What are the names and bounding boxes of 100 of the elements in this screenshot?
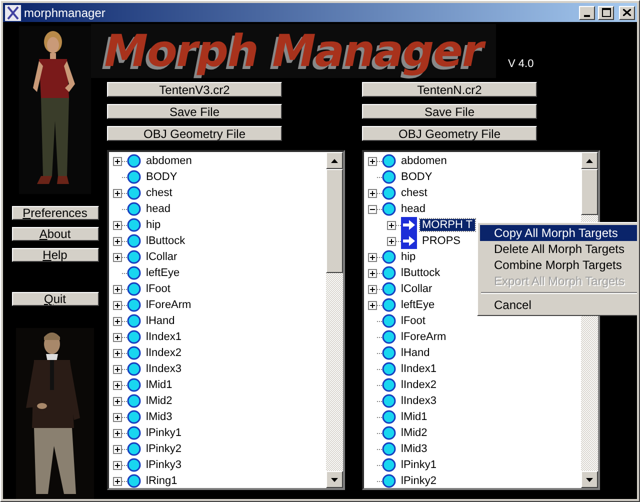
tree-item[interactable]: lMid2: [144, 395, 174, 407]
expand-icon[interactable]: [368, 268, 377, 278]
tree-item[interactable]: lMid2: [399, 427, 430, 439]
tree-item[interactable]: lPinky1: [399, 459, 438, 471]
scroll-up-button[interactable]: [581, 152, 598, 169]
ball-icon: [127, 330, 141, 344]
expand-icon[interactable]: [113, 364, 122, 374]
save-button[interactable]: Save File: [107, 104, 282, 119]
maximize-button[interactable]: [598, 6, 614, 20]
obj-button[interactable]: OBJ Geometry File: [107, 126, 282, 141]
expand-icon[interactable]: [113, 412, 122, 422]
side-button[interactable]: Help: [12, 248, 98, 262]
tree-item[interactable]: hip: [399, 251, 418, 263]
tree-item[interactable]: lFoot: [144, 283, 172, 295]
tree-item[interactable]: lButtock: [144, 235, 188, 247]
scroll-down-button[interactable]: [581, 471, 598, 488]
tree-item[interactable]: lPinky2: [399, 475, 438, 487]
tree-item[interactable]: lCollar: [399, 283, 434, 295]
tree-item[interactable]: lRing1: [144, 475, 180, 487]
expand-icon[interactable]: [113, 220, 122, 230]
expand-icon[interactable]: [387, 236, 396, 246]
tree-item[interactable]: MORPH T: [420, 219, 475, 231]
tree-item[interactable]: lCollar: [144, 251, 180, 263]
expand-icon[interactable]: [113, 284, 122, 294]
side-button[interactable]: Quit: [12, 292, 98, 306]
expand-icon[interactable]: [113, 300, 122, 310]
expand-icon[interactable]: [113, 428, 122, 438]
tree-item[interactable]: lForeArm: [144, 299, 194, 311]
tree-item[interactable]: lMid3: [399, 443, 430, 455]
expand-icon[interactable]: [368, 188, 377, 198]
expand-icon[interactable]: [113, 380, 122, 390]
ball-icon: [127, 378, 141, 392]
expand-icon[interactable]: [368, 284, 377, 294]
minimize-button[interactable]: [579, 6, 595, 20]
tree-item[interactable]: BODY: [399, 171, 434, 183]
close-icon: [623, 9, 631, 16]
tree-item[interactable]: lPinky3: [144, 459, 184, 471]
tree-item[interactable]: abdomen: [399, 155, 449, 167]
tree-item[interactable]: lMid1: [399, 411, 430, 423]
expand-icon[interactable]: [113, 156, 122, 166]
tree-item[interactable]: lHand: [399, 347, 432, 359]
tree-item[interactable]: abdomen: [144, 155, 194, 167]
tree-item[interactable]: lPinky2: [144, 443, 184, 455]
obj-button[interactable]: OBJ Geometry File: [362, 126, 537, 141]
expand-icon[interactable]: [368, 300, 377, 310]
tree-item[interactable]: lIndex2: [399, 379, 438, 391]
tree-item[interactable]: lHand: [144, 315, 177, 327]
collapse-icon[interactable]: [368, 204, 377, 214]
tree-item[interactable]: head: [144, 203, 172, 215]
tree-item[interactable]: lIndex2: [144, 347, 184, 359]
expand-icon[interactable]: [113, 316, 122, 326]
tree-item[interactable]: PROPS: [420, 235, 463, 247]
save-button[interactable]: Save File: [362, 104, 537, 119]
expand-icon[interactable]: [113, 444, 122, 454]
expand-icon[interactable]: [113, 188, 122, 198]
expand-icon[interactable]: [113, 476, 122, 486]
close-button[interactable]: [619, 6, 635, 20]
scrollbar[interactable]: [326, 152, 343, 488]
tree-item[interactable]: leftEye: [144, 267, 182, 279]
file-button[interactable]: TentenV3.cr2: [107, 82, 282, 97]
ball-icon: [382, 250, 396, 264]
expand-icon[interactable]: [368, 252, 377, 262]
tree-item[interactable]: lPinky1: [144, 427, 184, 439]
menu-item[interactable]: Cancel: [480, 297, 637, 313]
menu-item[interactable]: Delete All Morph Targets: [480, 241, 637, 257]
tree-item[interactable]: hip: [144, 219, 163, 231]
tree-item[interactable]: lFoot: [399, 315, 428, 327]
version-label: V 4.0: [508, 58, 534, 70]
scroll-down-button[interactable]: [326, 471, 343, 488]
tree-item[interactable]: lIndex3: [144, 363, 184, 375]
expand-icon[interactable]: [113, 236, 122, 246]
scroll-up-button[interactable]: [326, 152, 343, 169]
menu-item[interactable]: Copy All Morph Targets: [480, 225, 637, 241]
tree-item[interactable]: lMid1: [144, 379, 174, 391]
side-button[interactable]: Preferences: [12, 206, 98, 220]
scroll-thumb[interactable]: [581, 169, 598, 215]
tree-item[interactable]: lIndex1: [399, 363, 438, 375]
side-button[interactable]: About: [12, 227, 98, 241]
tree-item[interactable]: head: [399, 203, 428, 215]
expand-icon[interactable]: [368, 156, 377, 166]
tree-item[interactable]: lIndex1: [144, 331, 184, 343]
menu-item[interactable]: Combine Morph Targets: [480, 257, 637, 273]
file-button[interactable]: TentenN.cr2: [362, 82, 537, 97]
tree-item[interactable]: chest: [144, 187, 174, 199]
expand-icon[interactable]: [113, 348, 122, 358]
expand-icon[interactable]: [113, 396, 122, 406]
scroll-thumb[interactable]: [326, 169, 343, 273]
tree-item[interactable]: BODY: [144, 171, 180, 183]
tree-item[interactable]: lButtock: [399, 267, 442, 279]
expand-icon[interactable]: [387, 220, 396, 230]
expand-icon[interactable]: [113, 332, 122, 342]
tree-item[interactable]: lMid3: [144, 411, 174, 423]
expand-icon[interactable]: [113, 460, 122, 470]
tree-item[interactable]: lIndex3: [399, 395, 438, 407]
tree-item[interactable]: lForeArm: [399, 331, 448, 343]
ball-icon: [127, 218, 141, 232]
tree-item[interactable]: chest: [399, 187, 430, 199]
tree-item[interactable]: leftEye: [399, 299, 437, 311]
ball-icon: [127, 314, 141, 328]
expand-icon[interactable]: [113, 252, 122, 262]
